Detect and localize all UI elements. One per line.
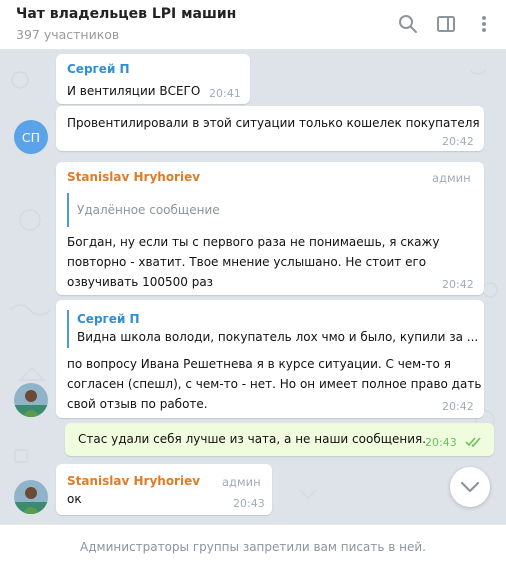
message-line: согласен (спешл), с чем-то - нет. Но он … [67,377,482,391]
message-bubble[interactable]: Stanislav Hryhoriev админ Удалённое сооб… [56,162,484,295]
message-text: Богдан, ну если ты с первого раза не пон… [67,232,439,292]
chat-title[interactable]: Чат владельцев LPI машин [16,6,236,22]
message-time: 20:41 [209,87,241,100]
message-text: по вопросу Ивана Решетнева я в курсе сит… [67,354,481,414]
message-author[interactable]: Stanislav Hryhoriev [67,474,200,488]
message-time: 20:42 [442,135,474,148]
reply-text: Видна школа володи, покупатель лох чмо и… [77,330,479,344]
composer-restricted: Администраторы группы запретили вам писа… [0,524,506,570]
admin-badge: админ [222,475,261,489]
message-text: Стас удали себя лучше из чата, а не наши… [78,432,427,446]
avatar-initials: СП [21,129,41,145]
sidebar-toggle-icon[interactable] [434,12,458,36]
more-vertical-icon[interactable] [472,12,496,36]
reply-text: Удалённое сообщение [77,203,220,217]
avatar[interactable] [14,383,48,417]
message-time: 20:42 [442,400,474,413]
message-line: по вопросу Ивана Решетнева я в курсе сит… [67,357,451,371]
reply-author: Сергей П [77,312,140,326]
double-check-icon [465,437,481,447]
message-text: И вентиляции ВСЕГО [67,84,201,98]
message-bubble[interactable]: Stanislav Hryhoriev админ ок 20:43 [56,464,272,515]
message-author[interactable]: Сергей П [67,62,130,76]
message-text: Провентилировали в этой ситуации только … [67,116,480,130]
scroll-down-button[interactable] [450,467,490,507]
search-icon[interactable] [396,12,420,36]
chat-header: Чат владельцев LPI машин 397 участников [0,0,506,50]
write-restricted-notice: Администраторы группы запретили вам писа… [80,540,426,554]
avatar[interactable] [14,480,48,514]
reply-quote[interactable]: Сергей П Видна школа володи, покупатель … [67,310,478,348]
person-photo-icon [14,480,48,514]
message-line: свой отзыв по работе. [67,397,208,411]
message-line: повторно - хватит. Твое мнение услышано.… [67,255,427,269]
message-bubble[interactable]: Сергей П И вентиляции ВСЕГО 20:41 [56,54,250,104]
message-time: 20:42 [442,278,474,291]
admin-badge: админ [432,171,471,185]
message-time: 20:43 [233,497,265,510]
chevron-down-icon [460,481,480,493]
message-list[interactable]: Сергей П И вентиляции ВСЕГО 20:41 СП Про… [0,50,506,524]
message-line: озвучивать 100500 раз [67,275,214,289]
person-photo-icon [14,383,48,417]
message-text: ок [67,492,82,506]
message-time: 20:43 [425,436,457,449]
avatar[interactable]: СП [14,120,48,154]
message-bubble-outgoing[interactable]: Стас удали себя лучше из чата, а не наши… [65,423,494,456]
message-author[interactable]: Stanislav Hryhoriev [67,170,200,184]
reply-quote[interactable]: Удалённое сообщение [67,193,220,227]
message-bubble[interactable]: Провентилировали в этой ситуации только … [56,106,484,151]
message-bubble[interactable]: Сергей П Видна школа володи, покупатель … [56,300,484,418]
message-line: Богдан, ну если ты с первого раза не пон… [67,235,440,249]
members-count[interactable]: 397 участников [16,27,119,42]
